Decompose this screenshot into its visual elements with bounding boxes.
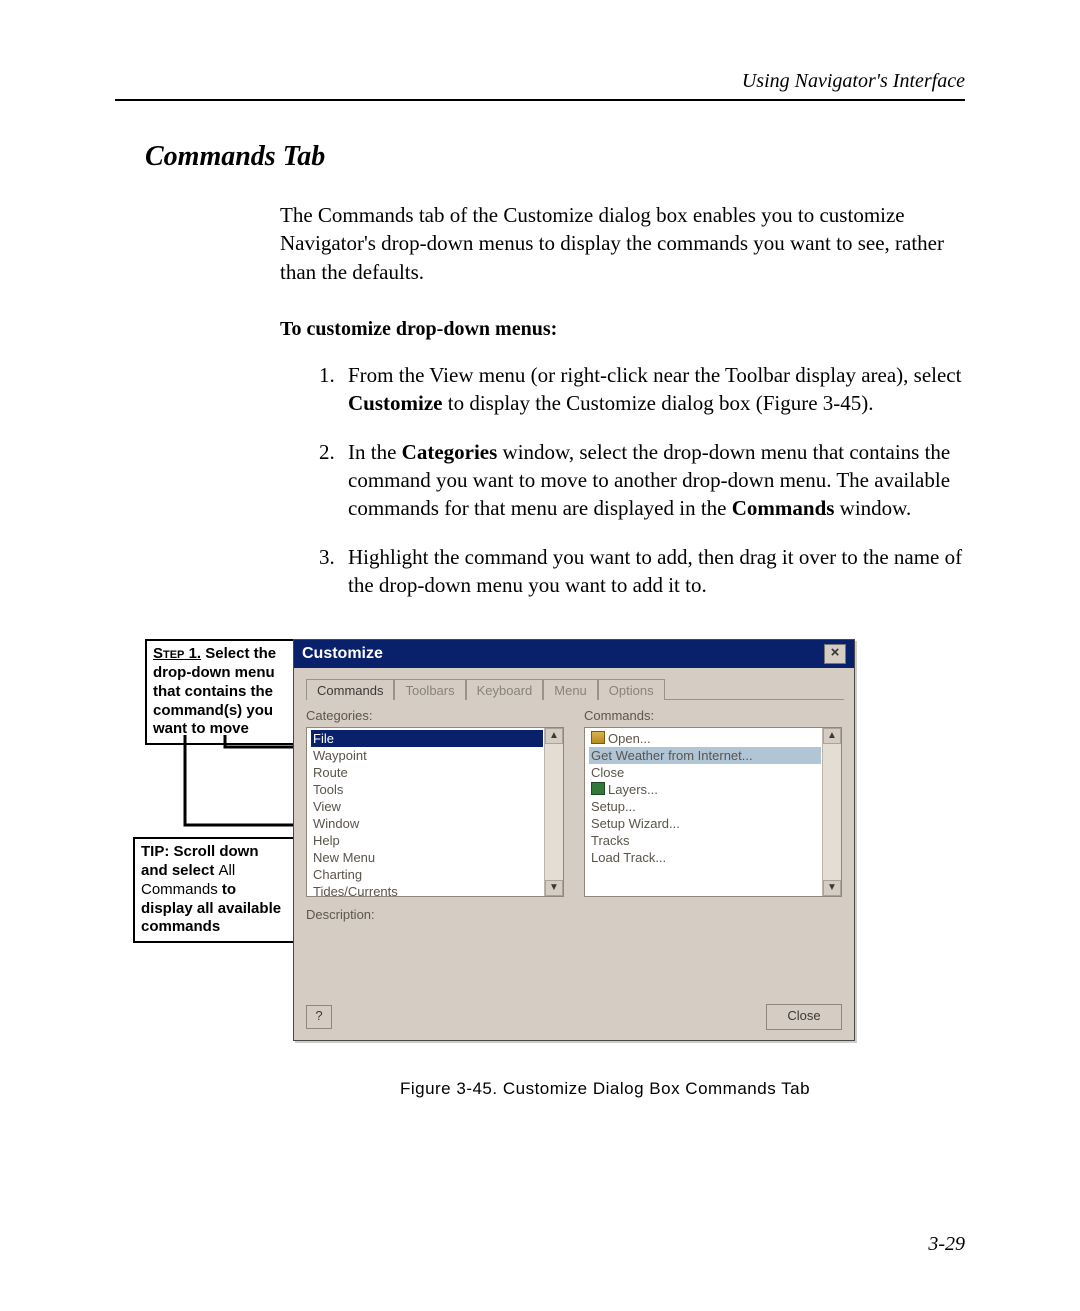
layers-icon [591, 782, 605, 795]
command-item[interactable]: Open... [589, 730, 821, 747]
description-label: Description: [306, 907, 842, 922]
intro-paragraph: The Commands tab of the Customize dialog… [280, 201, 965, 286]
category-item[interactable]: Tides/Currents [311, 883, 543, 897]
running-header: Using Navigator's Interface [115, 70, 965, 93]
dialog-titlebar: Customize × [294, 640, 854, 668]
category-item[interactable]: Waypoint [311, 747, 543, 764]
command-item[interactable]: Setup Wizard... [589, 815, 821, 832]
category-item[interactable]: Window [311, 815, 543, 832]
header-rule [115, 99, 965, 101]
dialog-tabs: Commands Toolbars Keyboard Menu Options [306, 678, 844, 700]
close-icon[interactable]: × [824, 644, 846, 664]
open-icon [591, 731, 605, 744]
page-number: 3-29 [928, 1233, 965, 1256]
category-item[interactable]: New Menu [311, 849, 543, 866]
steps-list: From the View menu (or right-click near … [280, 361, 965, 599]
scroll-up-icon[interactable]: ▲ [545, 728, 563, 744]
customize-dialog: Customize × Commands Toolbars Keyboard M… [293, 639, 855, 1041]
categories-label: Categories: [306, 708, 564, 723]
tab-menu[interactable]: Menu [543, 679, 598, 700]
callout-tip: TIP: Scroll down and select All Commands… [133, 837, 297, 943]
step-3: Highlight the command you want to add, t… [340, 543, 965, 600]
command-item[interactable]: Load Track... [589, 849, 821, 866]
help-button[interactable]: ? [306, 1005, 332, 1029]
command-item[interactable]: Setup... [589, 798, 821, 815]
close-button[interactable]: Close [766, 1004, 842, 1030]
command-item[interactable]: Close [589, 764, 821, 781]
figure-area: Step 1. Select the drop-down menu that c… [115, 639, 967, 1059]
commands-label: Commands: [584, 708, 842, 723]
category-item[interactable]: Help [311, 832, 543, 849]
commands-scrollbar[interactable]: ▲ ▼ [822, 728, 841, 896]
tab-toolbars[interactable]: Toolbars [394, 679, 465, 700]
category-item[interactable]: Route [311, 764, 543, 781]
dialog-title: Customize [302, 645, 383, 663]
step-1: From the View menu (or right-click near … [340, 361, 965, 418]
command-item[interactable]: Layers... [589, 781, 821, 798]
callout-step1: Step 1. Select the drop-down menu that c… [145, 639, 295, 745]
scroll-up-icon[interactable]: ▲ [823, 728, 841, 744]
scroll-down-icon[interactable]: ▼ [545, 880, 563, 896]
subhead: To customize drop-down menus: [280, 316, 965, 343]
category-item[interactable]: Charting [311, 866, 543, 883]
category-item[interactable]: View [311, 798, 543, 815]
tab-options[interactable]: Options [598, 679, 665, 700]
command-item[interactable]: Get Weather from Internet... [589, 747, 821, 764]
step-2: In the Categories window, select the dro… [340, 438, 965, 523]
command-item[interactable]: Tracks [589, 832, 821, 849]
categories-scrollbar[interactable]: ▲ ▼ [544, 728, 563, 896]
categories-listbox[interactable]: File Waypoint Route Tools View Window He… [306, 727, 564, 897]
section-title: Commands Tab [145, 141, 965, 173]
tab-commands[interactable]: Commands [306, 679, 394, 700]
scroll-down-icon[interactable]: ▼ [823, 880, 841, 896]
tab-keyboard[interactable]: Keyboard [466, 679, 544, 700]
category-item[interactable]: Tools [311, 781, 543, 798]
commands-listbox[interactable]: Open... Get Weather from Internet... Clo… [584, 727, 842, 897]
category-item[interactable]: File [311, 730, 543, 747]
figure-caption: Figure 3-45. Customize Dialog Box Comman… [245, 1079, 965, 1099]
arrow-step1 [155, 735, 315, 845]
